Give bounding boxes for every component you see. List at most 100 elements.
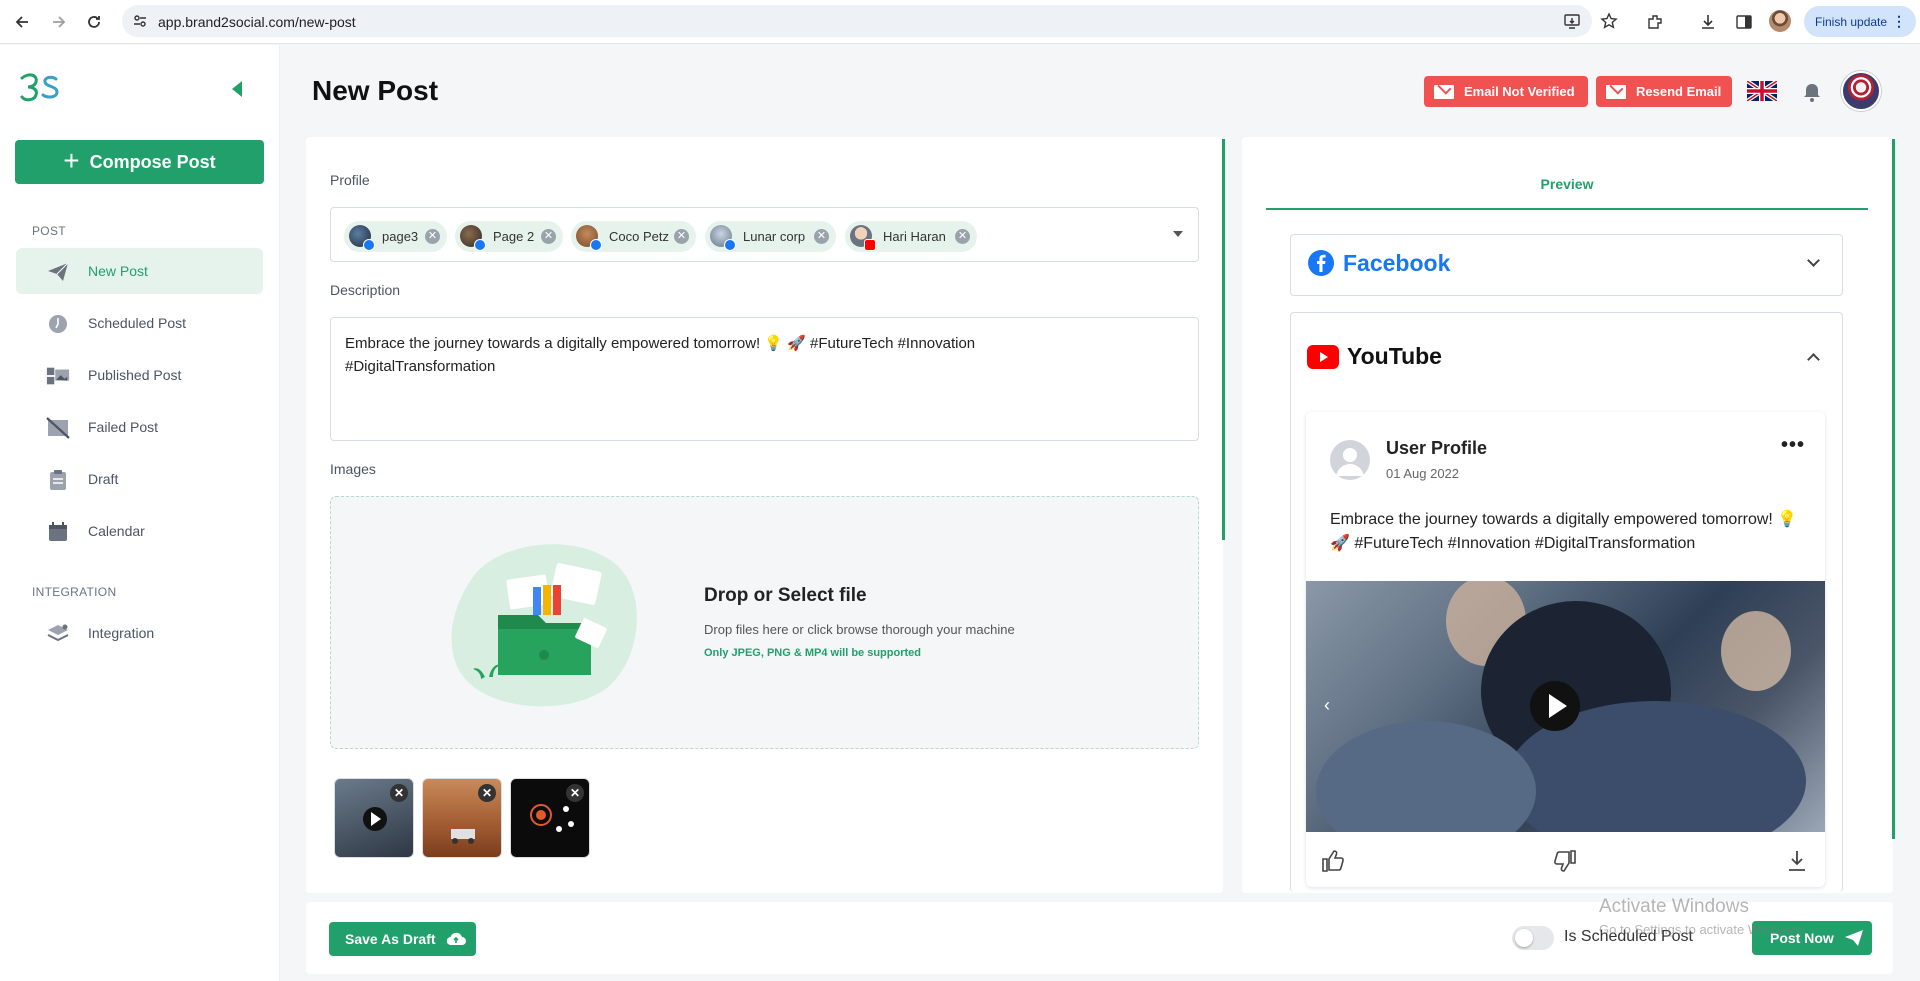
profile-chip-label: Lunar corp <box>743 229 806 244</box>
media-thumbnail[interactable]: ✕ <box>422 778 502 858</box>
gallery-icon <box>46 365 70 387</box>
video-preview[interactable]: ‹ <box>1306 581 1825 832</box>
form-scrollbar[interactable] <box>1222 139 1225 540</box>
bookmark-star-icon[interactable] <box>1599 11 1619 31</box>
thumbs-up-icon[interactable] <box>1320 848 1346 874</box>
images-label: Images <box>330 461 376 477</box>
profile-chip-label: Page 2 <box>493 229 535 244</box>
collapse-sidebar-icon[interactable] <box>232 81 242 97</box>
youtube-title: YouTube <box>1347 343 1442 369</box>
remove-chip-icon[interactable]: ✕ <box>955 229 970 244</box>
mail-icon <box>1434 84 1454 99</box>
remove-media-icon[interactable]: ✕ <box>478 784 496 802</box>
post-user-name: User Profile <box>1386 438 1488 458</box>
back-icon[interactable] <box>10 10 34 34</box>
sidebar-item-integration[interactable]: Integration <box>16 610 263 656</box>
facebook-accordion[interactable]: Facebook <box>1290 234 1843 296</box>
remove-chip-icon[interactable]: ✕ <box>814 229 829 244</box>
profile-chip-hari-haran: Hari Haran ✕ <box>845 221 977 252</box>
tab-preview[interactable]: Preview <box>1266 168 1868 210</box>
download-icon[interactable] <box>1784 848 1810 874</box>
image-off-icon <box>46 417 70 439</box>
mail-icon <box>1606 84 1626 99</box>
carousel-prev-icon[interactable]: ‹ <box>1324 695 1330 716</box>
watermark-title: Activate Windows <box>1599 896 1749 917</box>
description-line: Embrace the journey towards a digitally … <box>345 335 976 352</box>
paper-plane-icon <box>46 261 70 283</box>
url-text[interactable]: app.brand2social.com/new-post <box>158 14 356 30</box>
save-as-draft-button[interactable]: Save As Draft <box>329 922 476 956</box>
finish-update-label: Finish update <box>1815 14 1888 29</box>
send-icon <box>1844 930 1863 946</box>
sidebar-item-label: Integration <box>88 625 155 641</box>
profile-chip-coco-petz: Coco Petz ✕ <box>571 221 696 252</box>
profile-chip-label: Hari Haran <box>883 229 946 244</box>
profile-chip-label: page3 <box>382 229 419 244</box>
browser-profile-avatar[interactable] <box>1769 10 1791 32</box>
chevron-down-icon[interactable] <box>1807 254 1820 267</box>
youtube-badge-icon <box>864 239 876 251</box>
brand-logo[interactable] <box>20 72 62 104</box>
drop-subtitle: Drop files here or click browse thorough… <box>704 622 1015 637</box>
forward-icon[interactable] <box>47 10 71 34</box>
sidebar: + Compose Post POST New Post Scheduled P… <box>0 45 280 981</box>
remove-chip-icon[interactable]: ✕ <box>541 229 556 244</box>
sidebar-item-scheduled-post[interactable]: Scheduled Post <box>16 300 263 346</box>
clipboard-icon <box>46 469 70 491</box>
more-vert-icon: ⋮ <box>1892 13 1906 29</box>
cloud-upload-icon <box>446 932 466 946</box>
sidebar-item-draft[interactable]: Draft <box>16 456 263 502</box>
facebook-badge-icon <box>474 239 486 251</box>
email-not-verified-button[interactable]: Email Not Verified <box>1424 76 1588 107</box>
post-section-label: POST <box>32 224 66 238</box>
play-icon[interactable] <box>1530 681 1580 731</box>
extensions-icon[interactable] <box>1643 10 1667 34</box>
remove-media-icon[interactable]: ✕ <box>390 784 408 802</box>
description-textarea[interactable]: Embrace the journey towards a digitally … <box>330 317 1199 441</box>
remove-media-icon[interactable]: ✕ <box>566 784 584 802</box>
calendar-icon <box>46 521 70 543</box>
sidebar-item-failed-post[interactable]: Failed Post <box>16 404 263 450</box>
remove-chip-icon[interactable]: ✕ <box>425 229 440 244</box>
profile-chip-label: Coco Petz <box>609 229 669 244</box>
drop-format-note: Only JPEG, PNG & MP4 will be supported <box>704 647 921 659</box>
layers-icon <box>46 623 70 645</box>
site-settings-icon[interactable] <box>132 13 148 29</box>
sidebar-item-label: Failed Post <box>88 419 159 435</box>
watermark-subtitle: Go to Settings to activate Windows. <box>1599 922 1805 937</box>
scheduled-post-toggle[interactable] <box>1512 926 1554 950</box>
drop-title: Drop or Select file <box>704 585 867 606</box>
user-avatar[interactable] <box>1841 71 1881 111</box>
resend-email-button[interactable]: Resend Email <box>1596 76 1732 107</box>
profile-select[interactable]: page3 ✕ Page 2 ✕ Coco Petz ✕ Lunar corp … <box>330 207 1199 262</box>
facebook-badge-icon <box>590 239 602 251</box>
description-line: #DigitalTransformation <box>345 358 496 375</box>
sidebar-item-published-post[interactable]: Published Post <box>16 352 263 398</box>
user-placeholder-avatar <box>1330 440 1370 480</box>
thumbs-down-icon[interactable] <box>1552 848 1578 874</box>
media-thumbnail[interactable]: ✕ <box>510 778 590 858</box>
upload-folder-illustration <box>443 537 643 712</box>
remove-chip-icon[interactable]: ✕ <box>674 229 689 244</box>
side-panel-icon[interactable] <box>1732 10 1756 34</box>
address-bar[interactable]: app.brand2social.com/new-post <box>122 5 1618 37</box>
preview-scrollbar[interactable] <box>1892 139 1895 839</box>
youtube-icon <box>1307 344 1339 369</box>
sidebar-item-calendar[interactable]: Calendar <box>16 508 263 554</box>
facebook-title: Facebook <box>1343 249 1451 276</box>
dropdown-arrow-icon[interactable] <box>1173 231 1183 237</box>
uk-flag-icon[interactable] <box>1745 79 1779 103</box>
compose-post-button[interactable]: + Compose Post <box>15 140 264 184</box>
reload-icon[interactable] <box>82 10 106 34</box>
sidebar-item-new-post[interactable]: New Post <box>16 248 263 294</box>
file-dropzone[interactable]: Drop or Select file Drop files here or c… <box>330 496 1199 749</box>
finish-update-button[interactable]: Finish update ⋮ <box>1804 6 1916 37</box>
facebook-icon <box>1308 250 1334 276</box>
resend-email-label: Resend Email <box>1636 84 1722 99</box>
download-icon[interactable] <box>1696 10 1720 34</box>
chevron-up-icon[interactable] <box>1807 353 1820 366</box>
bell-icon[interactable] <box>1801 81 1823 103</box>
more-horiz-icon[interactable]: ••• <box>1781 434 1805 457</box>
media-thumbnail[interactable]: ✕ <box>334 778 414 858</box>
install-app-icon[interactable] <box>1562 11 1582 31</box>
